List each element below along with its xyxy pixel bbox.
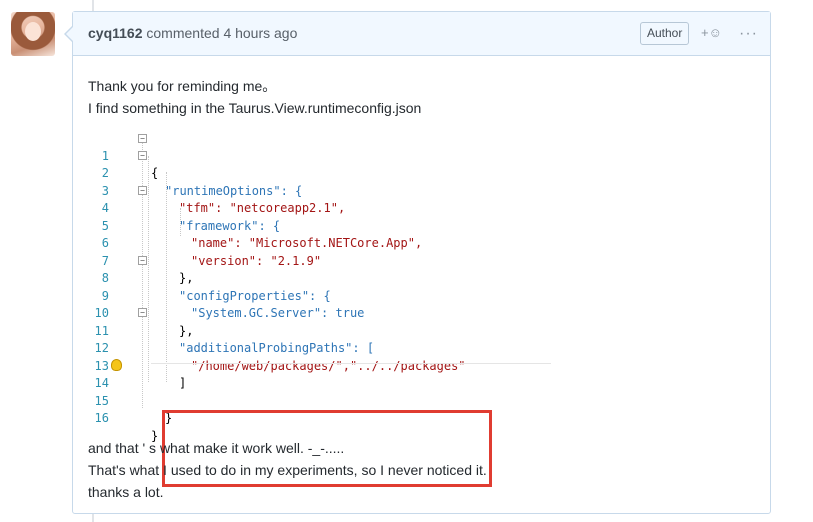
fold-toggle-icon[interactable]: − xyxy=(138,151,147,160)
indent-guide xyxy=(166,172,167,382)
code-text: "System.GC.Server": true xyxy=(191,306,365,320)
code-line: 12 "/home/web/packages/","../../packages… xyxy=(91,323,466,373)
code-line: 5 "name": "Microsoft.NETCore.App", xyxy=(91,200,422,251)
ellipsis-icon[interactable]: ··· xyxy=(739,12,758,55)
intro-line-2: I find something in the Taurus.View.runt… xyxy=(88,100,422,116)
comment-body: Thank you for reminding me。 I find somet… xyxy=(73,56,770,119)
code-text: "runtimeOptions": { xyxy=(165,183,303,198)
code-line: 7 }, xyxy=(91,235,194,286)
code-text: }, xyxy=(179,323,194,338)
comment-header: cyq1162 commented 4 hours ago Author +☺ … xyxy=(64,12,770,56)
code-line: 16 } xyxy=(91,393,159,443)
code-text: }, xyxy=(179,271,194,285)
code-text: "tfm": "netcoreapp2.1", xyxy=(179,201,346,215)
code-text: "version": "2.1.9" xyxy=(191,253,322,268)
fold-toggle-icon[interactable]: − xyxy=(138,186,147,195)
code-line: 8 "configProperties": { xyxy=(91,253,331,303)
comment-action: commented xyxy=(146,25,220,41)
fold-toggle-icon[interactable]: − xyxy=(138,134,147,143)
smiley-add-icon[interactable]: +☺ xyxy=(701,24,722,42)
code-line: 1 { xyxy=(91,130,158,181)
lightbulb-icon[interactable] xyxy=(111,359,122,371)
code-text: "framework": { xyxy=(179,218,281,233)
indent-guide xyxy=(142,138,143,408)
code-line: 2 "runtimeOptions": { xyxy=(91,148,303,198)
line-number: 16 xyxy=(94,411,109,425)
outro-line-2: That's what I used to do in my experimen… xyxy=(88,462,487,478)
comment-box: cyq1162 commented 4 hours ago Author +☺ … xyxy=(64,11,771,514)
outro-line-1: and that ' s what make it work well. -_-… xyxy=(88,440,345,456)
code-line: 6 "version": "2.1.9" xyxy=(91,218,321,268)
indent-guide xyxy=(148,156,149,382)
code-text: "name": "Microsoft.NETCore.App", xyxy=(191,236,423,250)
fold-toggle-icon[interactable]: − xyxy=(138,308,147,317)
author-name[interactable]: cyq1162 xyxy=(88,25,143,41)
code-line: 4 "framework": { xyxy=(91,183,280,233)
current-line-indicator xyxy=(151,363,551,364)
code-text: "additionalProbingPaths": [ xyxy=(179,341,375,355)
code-line: 13 ] xyxy=(91,340,187,391)
author-badge: Author xyxy=(640,22,690,45)
code-line: 9 "System.GC.Server": true xyxy=(91,270,365,321)
code-line: 15 } xyxy=(91,375,173,426)
comment-caret-inner xyxy=(66,27,73,41)
comment-time[interactable]: 4 hours ago xyxy=(223,25,297,41)
comment-outro: and that ' s what make it work well. -_-… xyxy=(88,437,487,503)
avatar[interactable] xyxy=(11,12,55,56)
avatar-face xyxy=(25,22,41,41)
code-text: "/home/web/packages/","../../packages" xyxy=(191,358,466,373)
fold-toggle-icon[interactable]: − xyxy=(138,256,147,265)
code-text: ] xyxy=(179,376,187,390)
outro-line-3: thanks a lot. xyxy=(88,484,164,500)
code-text: "configProperties": { xyxy=(179,288,331,303)
code-screenshot: − − − − − 1 { 2 "runtimeOptions": { 3 "t… xyxy=(91,130,551,487)
intro-line-1: Thank you for reminding me。 xyxy=(88,78,277,94)
code-line: 3 "tfm": "netcoreapp2.1", xyxy=(91,165,345,216)
code-line: 10 }, xyxy=(91,288,194,338)
code-text: { xyxy=(151,166,159,180)
code-line: 11 "additionalProbingPaths": [ xyxy=(91,305,375,356)
